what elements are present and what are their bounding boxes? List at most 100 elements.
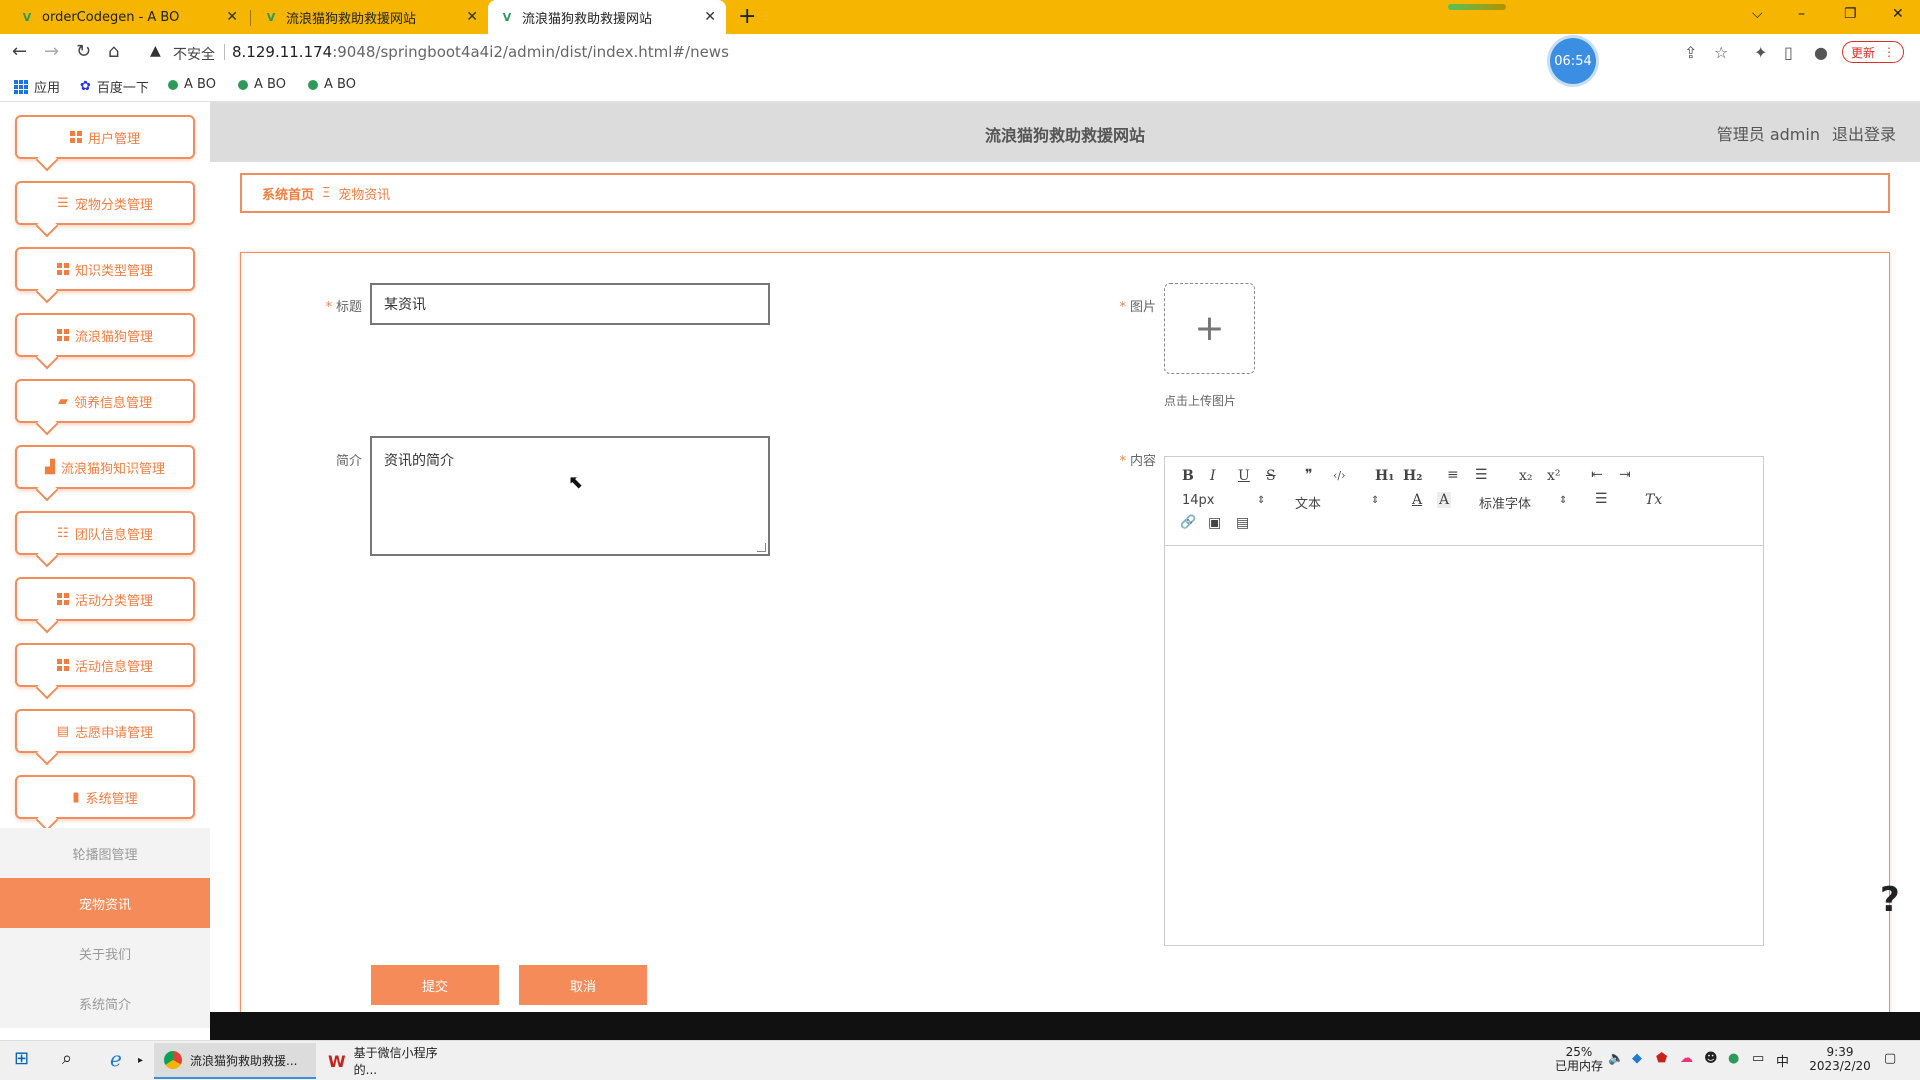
window-close-icon[interactable]: ✕ [1892,6,1904,22]
paragraph-select[interactable]: 文本 [1295,493,1321,512]
resize-handle[interactable] [757,543,766,552]
breadcrumb-home[interactable]: 系统首页 [262,184,314,203]
superscript-button[interactable]: x² [1547,468,1561,484]
tab-search-icon[interactable]: ⌵ [1752,6,1763,22]
sidebar-item-system[interactable]: ▮ 系统管理 [15,775,195,819]
sidebar-item-knowledge-type[interactable]: 知识类型管理 [15,247,195,291]
title-input[interactable] [370,283,770,325]
blockquote-button[interactable]: ❞ [1305,467,1313,483]
bookmark-abo-3[interactable]: A BO [308,77,356,92]
address-bar[interactable]: 8.129.11.174:9048/springboot4a4i2/admin/… [232,43,729,61]
sidebar-item-pet-category[interactable]: ☰ 宠物分类管理 [15,181,195,225]
sidebar-item-label: 志愿申请管理 [75,725,154,741]
minimize-icon[interactable]: – [1798,6,1805,22]
sidebar-item-stray-pets[interactable]: 流浪猫狗管理 [15,313,195,357]
share-icon[interactable]: ⇪ [1684,43,1697,62]
expand-arrow-icon: ▸ [138,1055,144,1066]
heading-1-button[interactable]: H₁ [1375,468,1394,484]
timer-badge[interactable]: 06:54 [1550,38,1596,84]
wechat-icon[interactable]: ● [1728,1051,1739,1066]
notification-icon[interactable]: ▢ [1884,1051,1896,1066]
back-icon[interactable]: ← [12,41,27,62]
tray-cloud-icon[interactable]: ☁ [1680,1051,1693,1066]
underline-button[interactable]: U [1238,468,1250,484]
submenu-item-about-us[interactable]: 关于我们 [0,928,210,978]
antivirus-icon[interactable]: ⬟ [1656,1051,1667,1066]
indent-button[interactable]: ⇥ [1619,467,1631,483]
editor-content-area[interactable] [1165,547,1763,945]
cancel-button[interactable]: 取消 [519,965,647,1005]
tab-title: orderCodegen - A BO [42,9,180,25]
reload-icon[interactable]: ↻ [76,41,91,62]
code-block-button[interactable]: ‹/› [1333,469,1346,482]
side-panel-icon[interactable]: ▯ [1784,43,1793,62]
submenu-item-system-intro[interactable]: 系统简介 [0,978,210,1028]
extensions-icon[interactable]: ✦ [1754,43,1767,62]
submit-button[interactable]: 提交 [371,965,499,1005]
close-icon[interactable]: ✕ [466,9,478,25]
search-icon[interactable]: ⌕ [62,1048,72,1069]
bookmark-apps[interactable]: 应用 [14,77,60,96]
browser-tab-1[interactable]: V orderCodegen - A BO ✕ [8,0,248,34]
taskbar-app-chrome[interactable]: 流浪猫狗救助救援... [154,1043,316,1079]
link-button[interactable]: 🔗 [1180,515,1196,530]
italic-button[interactable]: I [1210,468,1216,484]
logout-link[interactable]: 退出登录 [1832,121,1896,145]
submenu-item-carousel[interactable]: 轮播图管理 [0,828,210,878]
sidebar-item-user-management[interactable]: 用户管理 [15,115,195,159]
sidebar-item-activity-info[interactable]: 活动信息管理 [15,643,195,687]
browser-tab-2[interactable]: V 流浪猫狗救助救援网站 ✕ [252,0,488,34]
security-label[interactable]: 不安全 [173,44,215,64]
bookmark-baidu[interactable]: ✿ 百度一下 [80,77,149,96]
close-icon[interactable]: ✕ [704,9,716,25]
warning-icon[interactable]: ▲ [150,43,161,59]
sidebar-item-pet-knowledge[interactable]: ▟ 流浪猫狗知识管理 [15,445,195,489]
strikethrough-button[interactable]: S [1266,468,1276,484]
bullet-list-button[interactable]: ☰ [1475,467,1488,483]
profile-icon[interactable]: ● [1814,43,1828,62]
ordered-list-button[interactable]: ≡ [1447,467,1459,483]
font-size-select[interactable]: 14px [1182,493,1215,508]
submenu-item-pet-news[interactable]: 宠物资讯 [0,878,210,928]
heading-2-button[interactable]: H₂ [1403,468,1422,484]
network-icon[interactable]: ▭ [1752,1051,1764,1066]
qq-icon[interactable]: ☻ [1704,1051,1718,1066]
video-button[interactable]: ▤ [1236,515,1249,531]
outdent-button[interactable]: ⇤ [1591,467,1603,483]
text-color-button[interactable]: A [1412,492,1422,508]
image-upload-button[interactable]: + [1164,283,1255,374]
volume-icon[interactable]: 🔈 [1608,1051,1624,1066]
bookmark-abo-2[interactable]: A BO [238,77,286,92]
sidebar-item-volunteer[interactable]: ▤ 志愿申请管理 [15,709,195,753]
ime-indicator[interactable]: 中 [1776,1051,1789,1070]
ie-browser-icon[interactable]: ℯ [110,1047,122,1071]
sidebar-item-team-info[interactable]: ☷ 团队信息管理 [15,511,195,555]
tray-app-icon[interactable]: ◆ [1632,1051,1642,1066]
browser-tab-3-active[interactable]: V 流浪猫狗救助救援网站 ✕ [488,0,726,34]
bookmark-abo-1[interactable]: A BO [168,77,216,92]
forward-icon[interactable]: → [44,41,59,62]
help-question-icon[interactable]: ? [1880,880,1900,920]
clock[interactable]: 9:39 2023/2/20 [1800,1045,1880,1073]
image-button[interactable]: ▣ [1208,515,1221,531]
close-icon[interactable]: ✕ [226,9,238,25]
star-icon[interactable]: ☆ [1714,43,1728,62]
sidebar-item-adoption[interactable]: ▰ 领养信息管理 [15,379,195,423]
sidebar-item-label: 团队信息管理 [74,527,153,543]
sidebar-item-activity-category[interactable]: 活动分类管理 [15,577,195,621]
update-button[interactable]: 更新 ⋮ [1842,41,1904,63]
taskbar-app-wps[interactable]: W 基于微信小程序的... [318,1043,468,1079]
bold-button[interactable]: B [1182,468,1194,484]
windows-start-icon[interactable]: ⊞ [14,1048,29,1069]
font-family-select[interactable]: 标准字体 [1479,493,1531,512]
restore-icon[interactable]: ❐ [1844,6,1857,22]
memory-indicator[interactable]: 25% 已用内存 [1552,1045,1606,1073]
clear-format-button[interactable]: Tx [1645,492,1662,508]
new-tab-button[interactable]: + [738,4,756,29]
taskbar-app-label: 流浪猫狗救助救援... [190,1053,298,1068]
home-icon[interactable]: ⌂ [108,41,119,62]
intro-textarea[interactable]: 资讯的简介 [370,436,770,556]
align-button[interactable]: ☰ [1595,491,1608,507]
subscript-button[interactable]: x₂ [1519,468,1533,484]
background-color-button[interactable]: A [1437,492,1452,508]
